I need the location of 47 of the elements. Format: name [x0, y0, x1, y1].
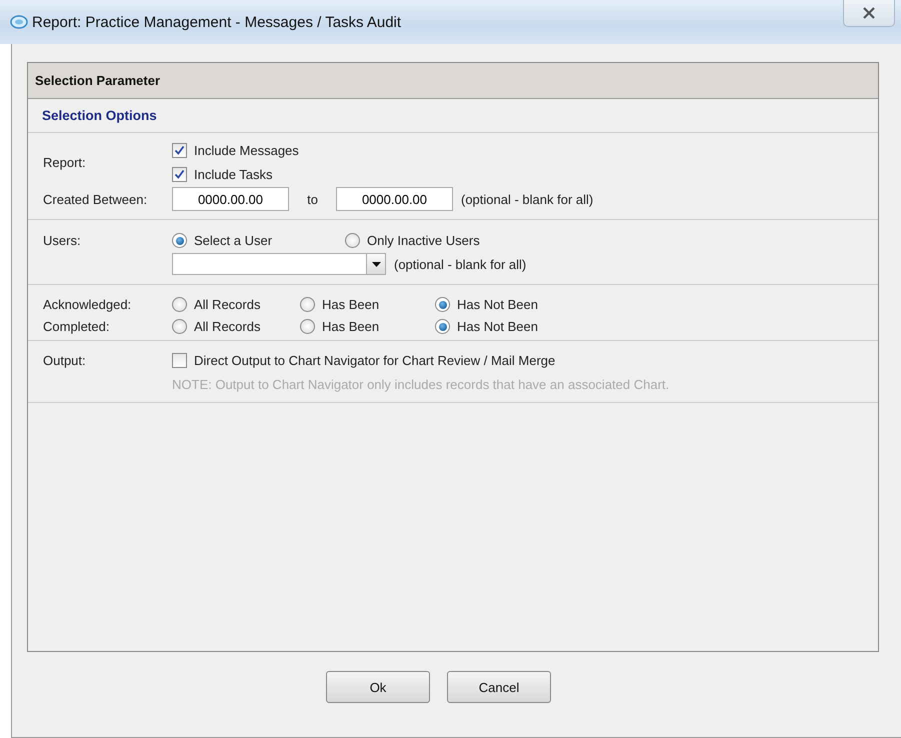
- checkbox[interactable]: [172, 167, 187, 182]
- range-label: to: [306, 192, 319, 206]
- checkbox[interactable]: [172, 353, 187, 368]
- radio-button[interactable]: [435, 319, 450, 334]
- option-label: Has Been: [322, 319, 380, 334]
- date-field[interactable]: 0000.00.00: [336, 187, 453, 211]
- radio-button[interactable]: [435, 297, 450, 312]
- panel-header: Selection Parameter: [28, 63, 878, 99]
- note-text: NOTE: Output to Chart Navigator only includes records that have an associated Chart.: [172, 377, 670, 392]
- radio-button[interactable]: [172, 233, 187, 248]
- field-label: Report:: [43, 155, 87, 170]
- option-label: Has Been: [322, 297, 380, 312]
- option-label: Include Messages: [194, 143, 299, 158]
- option-label: Has Not Been: [457, 319, 538, 334]
- option-label: Only Inactive Users: [367, 233, 480, 248]
- section-title: Selection Options: [28, 99, 878, 133]
- field-label: Users:: [43, 233, 82, 248]
- dropdown-button[interactable]: [366, 254, 385, 274]
- radio-button[interactable]: [345, 233, 360, 248]
- checkbox[interactable]: [172, 143, 187, 158]
- dialog-button[interactable]: Ok: [326, 671, 430, 703]
- checkbox-option[interactable]: Include Messages: [172, 143, 878, 158]
- close-icon: [862, 7, 876, 19]
- radio-button[interactable]: [300, 297, 315, 312]
- window-title: Report: Practice Management - Messages / Tasks Audit: [32, 14, 402, 30]
- radio-button[interactable]: [172, 319, 187, 334]
- app-icon: [10, 15, 28, 29]
- radio-button[interactable]: [172, 297, 187, 312]
- option-label: All Records: [194, 297, 260, 312]
- checkbox-option[interactable]: Direct Output to Chart Navigator for Chart Review / Mail Merge: [172, 353, 878, 368]
- close-button[interactable]: [843, 0, 895, 27]
- hint-text: (optional - blank for all): [461, 192, 594, 206]
- field-label: Completed:: [43, 319, 110, 334]
- option-label: Direct Output to Chart Navigator for Chart Review / Mail Merge: [194, 353, 556, 368]
- date-field[interactable]: 0000.00.00: [172, 187, 289, 211]
- option-label: Has Not Been: [457, 297, 538, 312]
- field-label: Output:: [43, 353, 87, 368]
- option-label: Include Tasks: [194, 167, 273, 182]
- field-label: Created Between:: [43, 192, 148, 206]
- radio-button[interactable]: [300, 319, 315, 334]
- option-label: All Records: [194, 319, 260, 334]
- dialog-button[interactable]: Cancel: [447, 671, 551, 703]
- caret-icon: [372, 262, 380, 266]
- checkbox-option[interactable]: Include Tasks: [172, 167, 878, 182]
- option-label: Select a User: [194, 233, 272, 248]
- field-label: Acknowledged:: [43, 297, 132, 312]
- hint-text: (optional - blank for all): [394, 256, 526, 272]
